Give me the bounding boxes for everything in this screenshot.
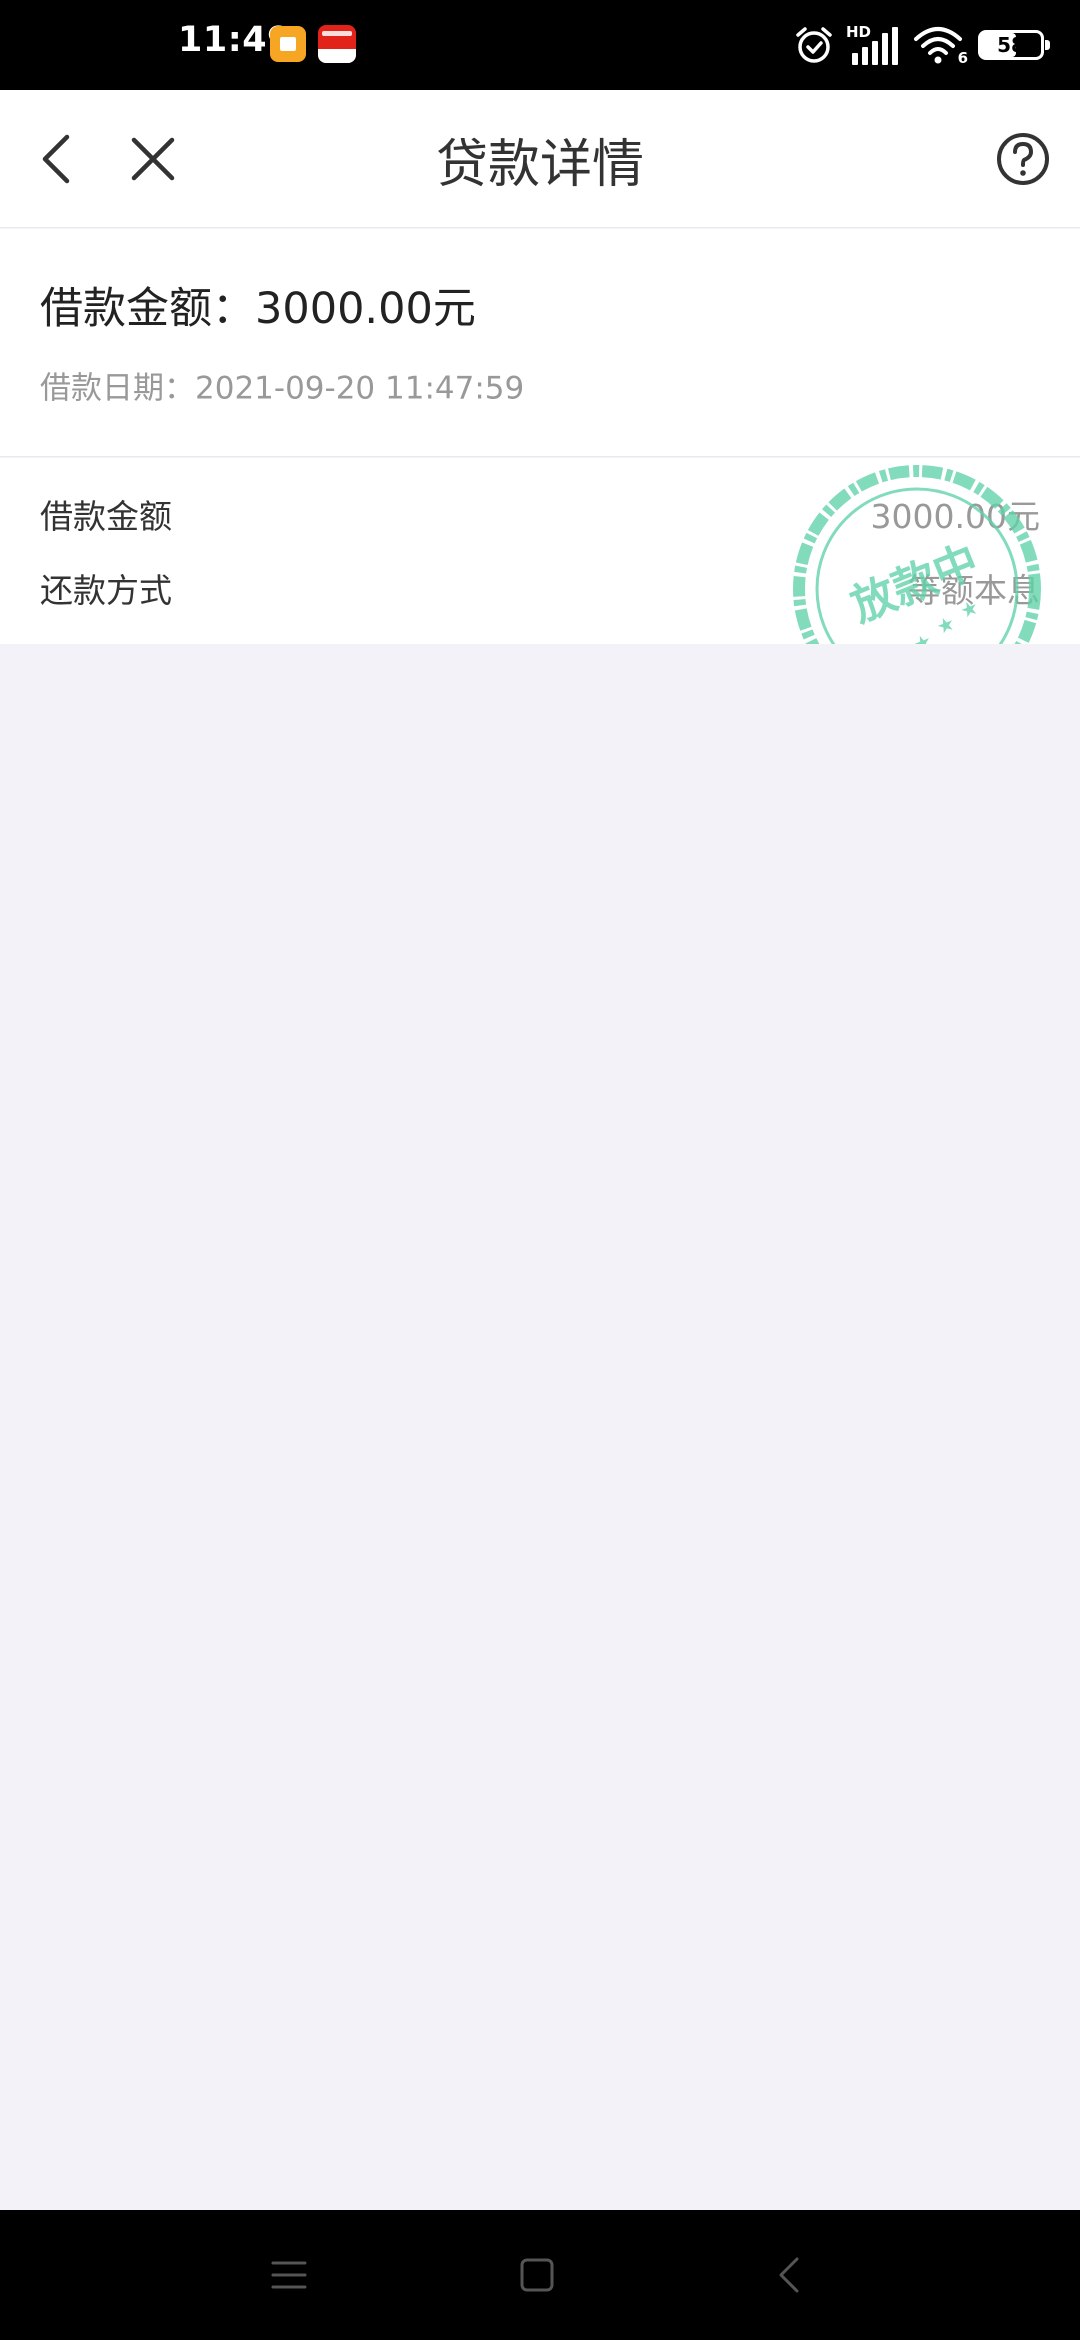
- summary-amount: 借款金额：3000.00元: [40, 284, 476, 334]
- back-triangle-icon: [779, 2257, 799, 2293]
- detail-value: 3000.00元: [870, 497, 1040, 536]
- battery-icon: 58: [978, 30, 1050, 60]
- system-icons: HD 6 58: [792, 0, 1050, 90]
- alarm-icon: [796, 27, 832, 63]
- navigation-bar: [0, 2210, 1080, 2340]
- summary-date: 借款日期：2021-09-20 11:47:59: [40, 370, 525, 407]
- detail-value: 等额本息: [908, 571, 1040, 610]
- help-button[interactable]: [978, 90, 1068, 228]
- wifi-icon: 6: [912, 23, 968, 67]
- close-button[interactable]: [108, 90, 198, 228]
- detail-label: 还款方式: [40, 571, 172, 610]
- loan-summary: 借款金额：3000.00元 借款日期：2021-09-20 11:47:59: [0, 229, 1080, 457]
- close-icon: [131, 137, 175, 181]
- notification-app-icon: [270, 26, 306, 62]
- news-app-icon: [318, 25, 356, 63]
- chevron-left-icon: [42, 134, 70, 184]
- svg-text:★: ★: [910, 628, 936, 644]
- nav-menu-button[interactable]: [229, 2210, 349, 2340]
- detail-row: 借款金额 3000.00元: [0, 484, 1080, 544]
- home-square-icon: [520, 2258, 554, 2292]
- nav-home-button[interactable]: [477, 2210, 597, 2340]
- question-circle-icon: [997, 133, 1049, 185]
- battery-text: 58: [997, 33, 1025, 57]
- back-button[interactable]: [12, 90, 102, 228]
- wifi-label: 6: [957, 49, 968, 67]
- app-bar: 贷款详情: [0, 90, 1080, 228]
- nav-back-button[interactable]: [729, 2210, 849, 2340]
- signal-icon: HD: [846, 23, 902, 67]
- menu-icon: [271, 2261, 307, 2289]
- loan-details: 借款金额 3000.00元 还款方式 等额本息 放款中 ★ ★ ★: [0, 458, 1080, 644]
- status-bar: 11:49 HD 6 58: [0, 0, 1080, 90]
- detail-label: 借款金额: [40, 497, 172, 536]
- detail-row: 还款方式 等额本息: [0, 558, 1080, 618]
